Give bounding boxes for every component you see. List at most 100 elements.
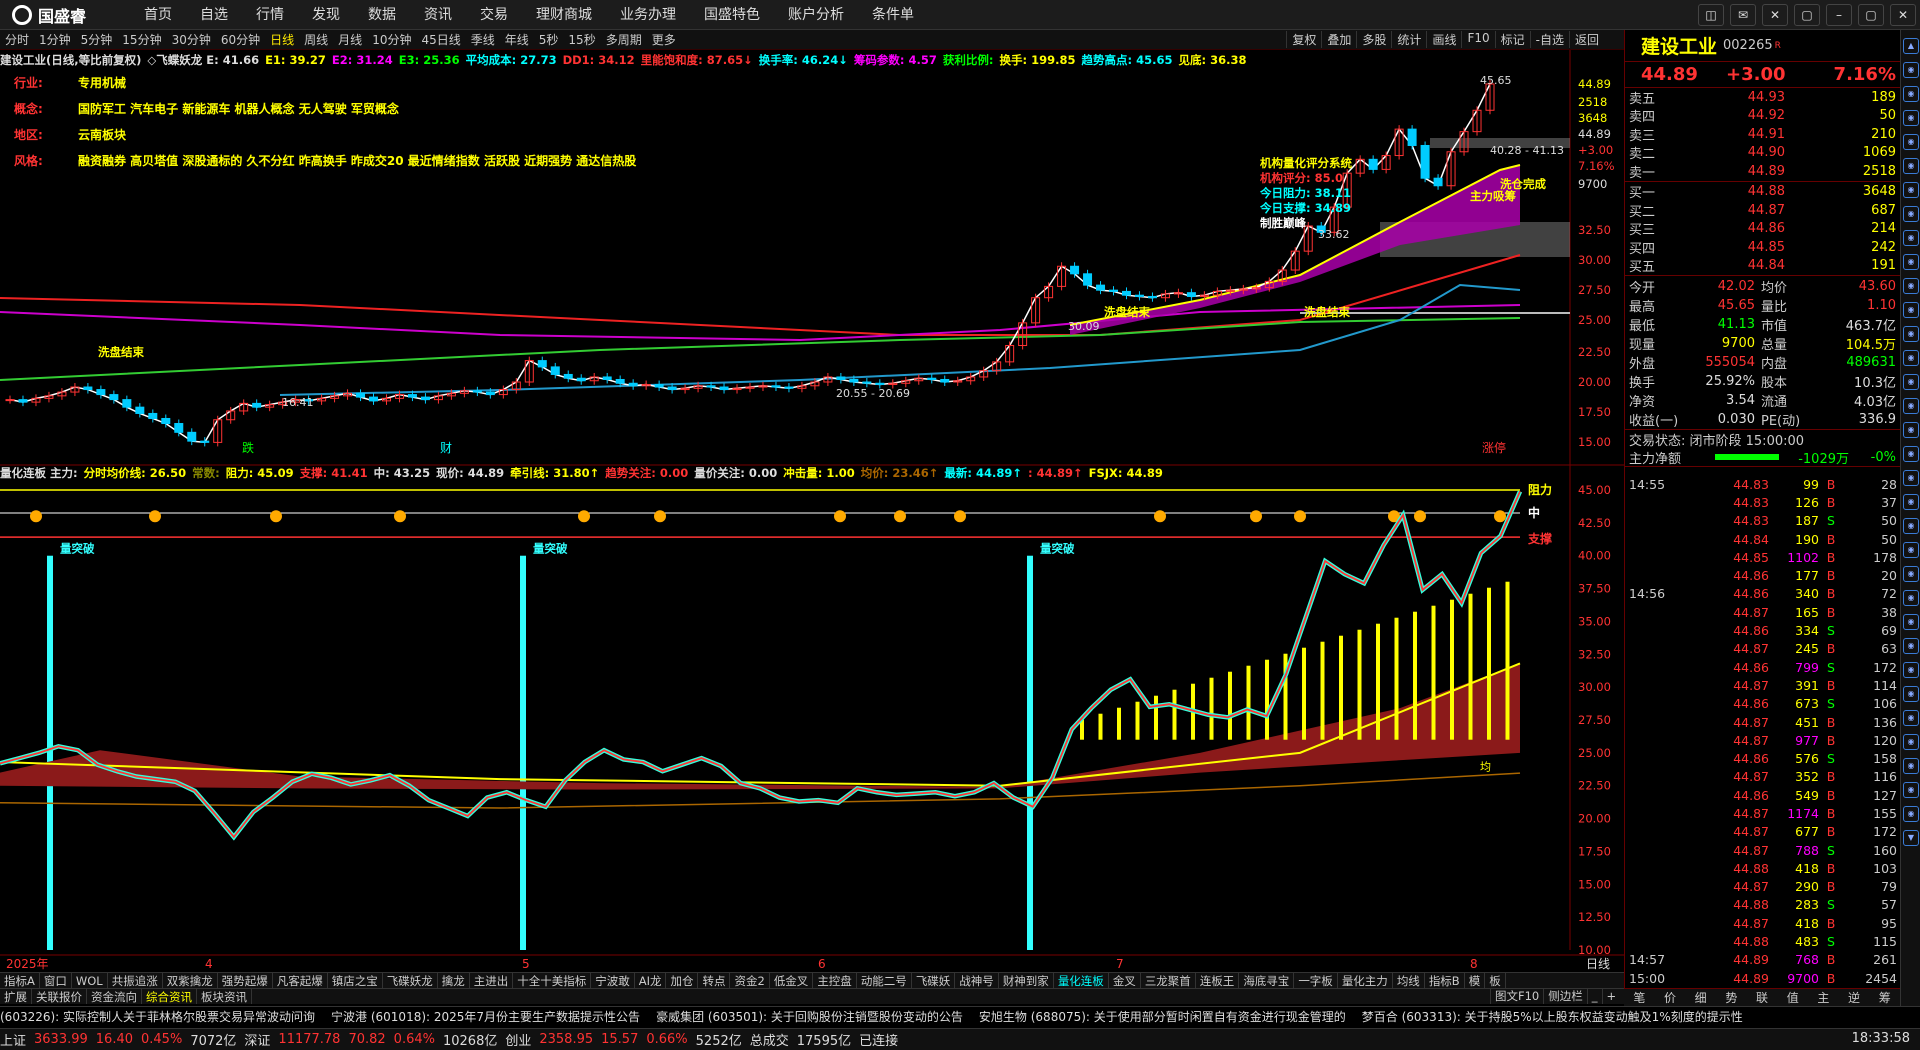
tick-row[interactable]: 44.85 1102 B 178 [1625,548,1901,566]
period-tab[interactable]: 15分钟 [117,31,166,48]
panel-tab[interactable]: 筹 [1869,989,1900,1006]
tool-icon[interactable]: ◉ [1903,806,1919,822]
bottom-tab[interactable]: 板块资讯 [197,989,252,1004]
tick-row[interactable]: 14:56 44.86 340 B 72 [1625,585,1901,603]
panel-tab[interactable]: 细 [1685,989,1716,1006]
indicator-tab[interactable]: 凡客起爆 [273,973,328,988]
indicator-tab[interactable]: 指标A [0,973,40,988]
period-tab[interactable]: 5秒 [534,31,564,48]
indicator-tab[interactable]: WOL [72,973,108,988]
tool-icon[interactable]: ◉ [1903,782,1919,798]
indicator-tab[interactable]: 三龙聚首 [1141,973,1196,988]
tool-icon[interactable]: ◉ [1903,758,1919,774]
tool-icon[interactable]: ◉ [1903,422,1919,438]
menu-item[interactable]: 业务办理 [606,0,690,30]
panel-tab[interactable]: 主 [1808,989,1839,1006]
tool-icon[interactable]: ◉ [1903,734,1919,750]
indicator-tab[interactable]: 飞碟妖龙 [383,973,438,988]
tool-icon[interactable]: ◉ [1903,662,1919,678]
tick-row[interactable]: 44.87 788 S 160 [1625,841,1901,859]
indicator-tab[interactable]: 共振追涨 [108,973,163,988]
tool-icon[interactable]: ◉ [1903,302,1919,318]
menu-item[interactable]: 发现 [298,0,354,30]
ask-row[interactable]: 卖五 44.93 189 [1625,88,1900,107]
news-item[interactable]: 安旭生物 (688075): 关于使用部分暂时闲置自有资金进行现金管理的 [979,1008,1346,1025]
tool-icon[interactable]: ◉ [1903,398,1919,414]
chart-tool-button[interactable]: 画线 [1426,31,1461,48]
indicator-tab[interactable]: 模 [1465,973,1486,988]
indicator-tab[interactable]: 飞碟妖 [912,973,956,988]
menu-item[interactable]: 账户分析 [774,0,858,30]
bottom-tab[interactable]: 关联报价 [32,989,87,1004]
menu-item[interactable]: 首页 [130,0,186,30]
tick-row[interactable]: 44.88 283 S 57 [1625,896,1901,914]
tick-row[interactable]: 44.87 1174 B 155 [1625,804,1901,822]
tick-row[interactable]: 14:55 44.83 99 B 28 [1625,475,1901,493]
tick-list[interactable]: 14:55 44.83 99 B 28 44.83 126 B 37 44.83 187 S 50 44.… [1625,475,1901,987]
indicator-tab[interactable]: 宁波敢 [591,973,635,988]
tick-row[interactable]: 44.87 165 B 38 [1625,603,1901,621]
news-item[interactable]: 梦百合 (603313): 关于持股5%以上股东权益变动触及1%刻度的提示性 [1362,1008,1743,1025]
tool-icon[interactable]: ◉ [1903,590,1919,606]
tool-icon[interactable]: ◉ [1903,350,1919,366]
indicator-tab[interactable]: 低金叉 [770,973,814,988]
chart-tool-button[interactable]: 复权 [1286,31,1321,48]
chart-tool-button[interactable]: F10 [1461,31,1494,48]
period-tab[interactable]: 周线 [299,31,333,48]
period-tab[interactable]: 分时 [0,31,34,48]
tool-icon[interactable]: ◉ [1903,518,1919,534]
news-item[interactable]: 宁波港 (601018): 2025年7月份主要生产数据提示性公告 [331,1008,640,1025]
period-tab[interactable]: 年线 [500,31,534,48]
tick-row[interactable]: 14:57 44.89 768 B 261 [1625,951,1901,969]
scroll-up-icon[interactable]: ▲ [1903,38,1919,54]
bottom-tab[interactable]: 综合资讯 [142,989,197,1004]
tick-row[interactable]: 44.87 245 B 63 [1625,640,1901,658]
indicator-tab[interactable]: 资金2 [730,973,770,988]
period-tab[interactable]: 日线 [265,31,299,48]
ask-row[interactable]: 卖二 44.90 1069 [1625,144,1900,162]
panel-tab[interactable]: 联 [1747,989,1778,1006]
indicator-tab[interactable]: 海底寻宝 [1239,973,1295,988]
indicator-tab[interactable]: 连板王 [1196,973,1240,988]
tool-icon[interactable]: ◉ [1903,446,1919,462]
tick-row[interactable]: 44.88 418 B 103 [1625,859,1901,877]
menu-item[interactable]: 数据 [354,0,410,30]
tool-icon[interactable]: ◉ [1903,230,1919,246]
period-tab[interactable]: 60分钟 [216,31,265,48]
tool-icon[interactable]: ◉ [1903,686,1919,702]
indicator-tab[interactable]: 加仓 [666,973,699,988]
tick-row[interactable]: 44.86 799 S 172 [1625,658,1901,676]
tick-row[interactable]: 44.87 977 B 120 [1625,731,1901,749]
tick-row[interactable]: 44.87 391 B 114 [1625,676,1901,694]
indicator-tab[interactable]: 转点 [698,973,731,988]
tool-icon[interactable]: ◉ [1903,470,1919,486]
tick-row[interactable]: 44.88 483 S 115 [1625,932,1901,950]
bottom-right-tab[interactable]: 侧边栏 [1543,988,1587,1004]
ask-row[interactable]: 卖四 44.92 50 [1625,107,1900,125]
tool-icon[interactable]: ◉ [1903,566,1919,582]
period-tab[interactable]: 10分钟 [367,31,416,48]
bottom-right-tab[interactable]: _ [1586,988,1602,1004]
indicator-tab[interactable]: 均线 [1393,973,1425,988]
bid-row[interactable]: 买四 44.85 242 [1625,238,1900,257]
period-tab[interactable]: 45日线 [416,31,465,48]
tick-row[interactable]: 15:00 44.89 9700 B 2454 [1625,969,1901,987]
tick-row[interactable]: 44.87 352 B 116 [1625,768,1901,786]
panel-tab[interactable]: 价 [1655,989,1686,1006]
tick-row[interactable]: 44.86 177 B 20 [1625,566,1901,584]
tick-row[interactable]: 44.86 576 S 158 [1625,749,1901,767]
tick-row[interactable]: 44.87 290 B 79 [1625,878,1901,896]
indicator-tab[interactable]: 财神到家 [999,973,1054,988]
tick-row[interactable]: 44.87 418 B 95 [1625,914,1901,932]
kline-chart[interactable]: 44.89 2518 3648 44.89 +3.00 7.16% 9700 32.50 30.… [0,50,1624,970]
menu-item[interactable]: 条件单 [858,0,928,30]
indicator-tab[interactable]: 指标B [1425,973,1465,988]
scroll-down-icon[interactable]: ▼ [1903,830,1919,846]
window-button-icon[interactable]: – [1826,4,1852,26]
indicator-tab[interactable]: 主控盘 [813,973,857,988]
tool-icon[interactable]: ◉ [1903,614,1919,630]
tool-icon[interactable]: ◉ [1903,254,1919,270]
tool-icon[interactable]: ◉ [1903,110,1919,126]
period-tab[interactable]: 更多 [647,31,681,48]
bottom-right-tab[interactable]: 图文F10 [1490,988,1543,1004]
